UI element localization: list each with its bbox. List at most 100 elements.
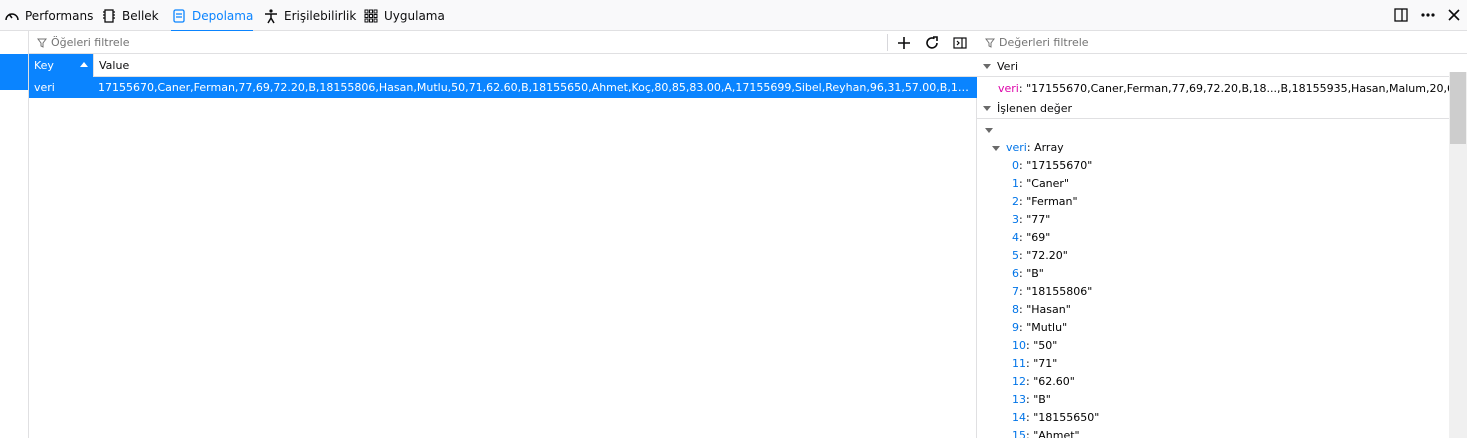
array-item-row[interactable]: 1: "Caner" [1012,175,1069,193]
array-item-row[interactable]: 14: "18155650" [1012,409,1099,427]
filter-icon [37,38,47,48]
tab-accessibility[interactable]: Erişilebilirlik [263,0,356,31]
array-item-index: 10 [1012,339,1026,352]
raw-value-row[interactable]: veri: "17155670,Caner,Ferman,77,69,72.20… [998,80,1449,98]
array-item-index: 2 [1012,195,1019,208]
array-item-value: "18155650" [1033,411,1100,424]
items-filter-placeholder: Öğeleri filtrele [51,36,130,49]
devtools-toolbar: Performans Bellek Depolama Erişilebilirl… [0,0,1467,32]
storage-icon [173,8,185,23]
array-item-index: 6 [1012,267,1019,280]
section-parsed-value-title: İşlenen değer [997,102,1073,115]
section-raw-data[interactable]: Veri [977,57,1449,77]
toggle-sidebar-button[interactable] [950,33,970,52]
section-raw-data-title: Veri [997,60,1019,73]
column-header-value[interactable]: Value [93,54,129,77]
tab-memory[interactable]: Bellek [101,0,159,31]
tab-application-label: Uygulama [384,8,445,23]
array-item-row[interactable]: 8: "Hasan" [1012,301,1071,319]
expand-triangle-icon [983,106,991,111]
expand-triangle-icon [985,127,993,133]
array-item-value: "Caner" [1026,177,1070,190]
table-header: Key Value [29,54,977,77]
array-item-value: "17155670" [1026,159,1093,172]
filter-icon [985,38,995,48]
array-item-row[interactable]: 4: "69" [1012,229,1050,247]
column-header-key[interactable]: Key [29,54,93,77]
array-item-row[interactable]: 6: "B" [1012,265,1044,283]
array-item-row[interactable]: 12: "62.60" [1012,373,1075,391]
array-item-row[interactable]: 0: "17155670" [1012,157,1092,175]
array-item-value: "18155806" [1026,285,1093,298]
array-item-value: "72.20" [1026,249,1068,262]
sort-ascending-icon [80,62,88,67]
array-type: Array [1034,141,1064,154]
storage-tree-selected-item[interactable] [0,54,28,90]
tab-storage[interactable]: Depolama [171,0,254,32]
array-item-value: "50" [1033,339,1058,352]
array-item-index: 14 [1012,411,1026,424]
items-filter-input[interactable]: Öğeleri filtrele [37,34,129,51]
gauge-icon [5,12,19,20]
expand-triangle-icon [983,64,991,69]
array-item-row[interactable]: 9: "Mutlu" [1012,319,1067,337]
more-button[interactable] [1419,6,1437,24]
tab-application[interactable]: Uygulama [363,0,445,31]
array-key: veri [1006,141,1027,154]
app-grid-icon [364,9,378,22]
array-node-row[interactable]: veri: Array [992,139,1064,157]
memory-chip-icon [103,8,115,23]
array-item-value: "77" [1026,213,1051,226]
tab-memory-label: Bellek [122,8,159,23]
sidebar-toggle-icon [953,36,967,49]
array-item-index: 0 [1012,159,1019,172]
accessibility-icon [265,8,277,23]
toolbar-divider [887,34,888,51]
array-item-index: 11 [1012,357,1026,370]
array-item-value: "B" [1026,267,1044,280]
details-sidebar: Değerleri filtrele Veri veri: "17155670,… [977,31,1467,438]
refresh-button[interactable] [922,33,942,52]
array-item-index: 7 [1012,285,1019,298]
refresh-icon [926,35,938,49]
array-item-row[interactable]: 7: "18155806" [1012,283,1092,301]
dock-side-button[interactable] [1392,6,1410,24]
array-item-row[interactable]: 2: "Ferman" [1012,193,1078,211]
array-item-value: "B" [1033,393,1051,406]
array-item-index: 5 [1012,249,1019,262]
section-parsed-value[interactable]: İşlenen değer [977,99,1449,119]
close-button[interactable] [1445,6,1463,24]
array-item-value: "Mutlu" [1026,321,1068,334]
array-item-index: 9 [1012,321,1019,334]
array-item-row[interactable]: 15: "Ahmet" [1012,427,1080,438]
tab-performance[interactable]: Performans [4,0,93,31]
array-item-row[interactable]: 13: "B" [1012,391,1051,409]
values-filter-bar: Değerleri filtrele [977,31,1467,54]
array-item-row[interactable]: 11: "71" [1012,355,1057,373]
array-item-index: 13 [1012,393,1026,406]
root-node-row[interactable] [985,121,999,139]
table-row[interactable]: veri 17155670,Caner,Ferman,77,69,72.20,B… [29,77,977,98]
tab-storage-label: Depolama [192,8,254,23]
sidebar-scroll-thumb[interactable] [1450,72,1466,144]
array-item-index: 12 [1012,375,1026,388]
values-filter-placeholder: Değerleri filtrele [999,36,1089,49]
array-item-value: "Ferman" [1026,195,1078,208]
items-filter-bar: Öğeleri filtrele [29,31,977,54]
values-filter-input[interactable]: Değerleri filtrele [985,34,1089,51]
array-item-value: "69" [1026,231,1051,244]
column-header-key-label: Key [34,59,54,72]
array-item-value: "71" [1033,357,1058,370]
add-item-button[interactable] [894,33,914,52]
array-item-value: "62.60" [1033,375,1075,388]
array-item-row[interactable]: 10: "50" [1012,337,1057,355]
tab-accessibility-label: Erişilebilirlik [284,8,357,23]
array-item-row[interactable]: 5: "72.20" [1012,247,1068,265]
expand-triangle-icon [992,145,1000,151]
raw-value: "17155670,Caner,Ferman,77,69,72.20,B,18.… [1026,82,1449,95]
array-item-row[interactable]: 3: "77" [1012,211,1050,229]
array-item-index: 1 [1012,177,1019,190]
array-item-value: "Hasan" [1026,303,1071,316]
plus-icon [898,36,910,49]
row-key-cell: veri [34,81,55,94]
